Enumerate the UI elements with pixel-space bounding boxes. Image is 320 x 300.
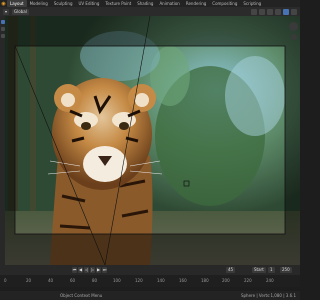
timeline-ruler[interactable]: 0 20 40 60 80 100 120 140 160 180 200 22…: [0, 275, 300, 287]
tab-uv-editing[interactable]: UV Editing: [76, 0, 103, 7]
tab-scripting[interactable]: Scripting: [240, 0, 264, 7]
viewport-shading-controls: [251, 8, 300, 15]
status-hint-text: Object Context Menu: [60, 293, 103, 298]
tab-compositing[interactable]: Compositing: [209, 0, 240, 7]
view-mode-dropdown[interactable]: Global: [12, 8, 29, 15]
playback-controls: ⏮ ◀ ◁ ▷ ▶ ⏭: [72, 267, 107, 273]
tab-shading[interactable]: Shading: [134, 0, 156, 7]
ruler-tick: 200: [222, 278, 230, 283]
overlay-icon[interactable]: [251, 8, 257, 15]
editor-type-menu[interactable]: ▾: [3, 8, 10, 15]
blender-logo-icon[interactable]: ◉: [0, 0, 7, 7]
move-tool-icon[interactable]: [0, 34, 5, 38]
ruler-tick: 160: [179, 278, 187, 283]
play-reverse-icon[interactable]: ◁: [84, 267, 89, 273]
ruler-tick: 180: [201, 278, 209, 283]
ruler-tick: 40: [48, 278, 54, 283]
ruler-tick: 20: [26, 278, 32, 283]
zoom-gizmo-icon[interactable]: [291, 34, 297, 40]
ruler-tick: 0: [4, 278, 7, 283]
jump-end-icon[interactable]: ⏭: [102, 267, 107, 273]
solid-shading-icon[interactable]: [275, 8, 281, 15]
rendered-shading-icon[interactable]: [291, 8, 297, 15]
workspace-bar: ◉ Layout Modeling Sculpting UV Editing T…: [0, 0, 300, 7]
status-bar: Object Context Menu Sphere | Verts:1,080…: [0, 291, 300, 300]
ruler-tick: 100: [113, 278, 121, 283]
xray-icon[interactable]: [259, 8, 265, 15]
prev-keyframe-icon[interactable]: ◀: [78, 267, 83, 273]
status-stats-text: Sphere | Verts:1,080 | 3.6.1: [240, 293, 296, 298]
cursor-tool-icon[interactable]: [0, 27, 5, 31]
wireframe-shading-icon[interactable]: [267, 8, 273, 15]
tab-rendering[interactable]: Rendering: [183, 0, 209, 7]
camera-background-image: [0, 16, 300, 265]
play-icon[interactable]: ▷: [90, 267, 95, 273]
material-shading-icon[interactable]: [283, 8, 289, 15]
ruler-tick: 120: [135, 278, 143, 283]
ruler-tick: 60: [70, 278, 76, 283]
start-frame-field[interactable]: 1: [268, 267, 275, 273]
tab-sculpting[interactable]: Sculpting: [51, 0, 76, 7]
ruler-tick: 240: [266, 278, 274, 283]
tool-shelf: [0, 16, 5, 265]
ruler-tick: 220: [244, 278, 252, 283]
tab-animation[interactable]: Animation: [156, 0, 182, 7]
3d-viewport[interactable]: [0, 16, 300, 265]
viewport-header: ▾ Global: [0, 7, 300, 16]
ruler-tick: 80: [92, 278, 98, 283]
current-frame-field[interactable]: 45: [226, 267, 236, 273]
tab-layout[interactable]: Layout: [7, 0, 27, 7]
tab-modeling[interactable]: Modeling: [27, 0, 51, 7]
end-frame-field[interactable]: 250: [280, 267, 292, 273]
tab-texture-paint[interactable]: Texture Paint: [102, 0, 134, 7]
start-frame-label: Start: [252, 267, 266, 273]
ruler-tick: 140: [157, 278, 165, 283]
navigation-gizmo-icon[interactable]: [289, 22, 298, 31]
next-keyframe-icon[interactable]: ▶: [96, 267, 101, 273]
jump-start-icon[interactable]: ⏮: [72, 267, 77, 273]
select-tool-icon[interactable]: [0, 20, 5, 24]
